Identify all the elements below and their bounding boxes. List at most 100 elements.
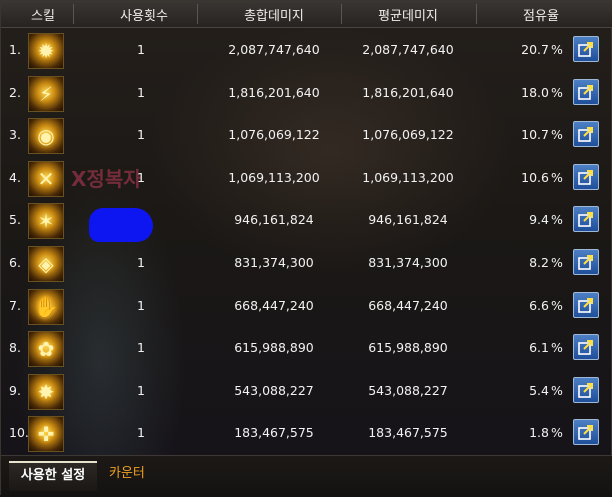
use-count: 1 bbox=[137, 340, 145, 356]
export-icon bbox=[578, 255, 593, 270]
header-share: 점유율 bbox=[523, 9, 559, 24]
rank-number: 9. bbox=[9, 382, 21, 398]
share-export-button[interactable] bbox=[573, 36, 599, 62]
share-export-button[interactable] bbox=[573, 419, 599, 446]
average-damage: 2,087,747,640 bbox=[362, 42, 454, 57]
header-total-damage: 총합데미지 bbox=[244, 9, 304, 24]
skill-icon[interactable]: ✋ bbox=[28, 288, 64, 325]
share-percent: 5.4 bbox=[529, 382, 549, 398]
share-export-button[interactable] bbox=[573, 78, 599, 105]
percent-sign: % bbox=[551, 340, 563, 356]
export-icon bbox=[578, 42, 593, 57]
rank-number: 4. bbox=[9, 169, 21, 185]
total-damage: 831,374,300 bbox=[234, 255, 314, 270]
table-row: 6. ◈ 1 831,374,300 831,374,300 8.2% bbox=[1, 242, 612, 285]
percent-sign: % bbox=[551, 42, 563, 57]
total-damage: 668,447,240 bbox=[234, 297, 314, 313]
skill-icon[interactable]: ✜ bbox=[28, 416, 64, 453]
header-skill: 스킬 bbox=[31, 9, 55, 24]
average-damage: 543,088,227 bbox=[368, 382, 448, 398]
skill-icon[interactable]: ◈ bbox=[28, 246, 64, 282]
average-damage: 946,161,824 bbox=[368, 212, 448, 228]
header-uses: 사용횟수 bbox=[120, 9, 168, 24]
rank-number: 3. bbox=[9, 127, 21, 143]
share-export-button[interactable] bbox=[573, 163, 599, 190]
damage-stats-panel: 스킬 사용횟수 총합데미지 평균데미지 점유율 Ⅹ정복자 1. ✹ 1 2,087,7… bbox=[0, 0, 612, 497]
header-divider bbox=[341, 4, 342, 24]
share-export-button[interactable] bbox=[573, 334, 599, 361]
redaction-mark bbox=[89, 208, 153, 242]
export-icon bbox=[578, 382, 593, 398]
share-percent: 6.6 bbox=[529, 297, 549, 313]
tab-used-settings[interactable]: 사용한 설정 bbox=[9, 461, 97, 491]
use-count: 1 bbox=[137, 84, 145, 100]
table-row: 8. ✿ 1 615,988,890 615,988,890 6.1% bbox=[1, 327, 612, 370]
table-row: 10. ✜ 1 183,467,575 183,467,575 1.8% bbox=[1, 412, 612, 455]
skill-icon[interactable]: ⚡ bbox=[28, 75, 64, 112]
header-divider bbox=[197, 4, 198, 24]
total-damage: 946,161,824 bbox=[234, 212, 314, 228]
rank-number: 2. bbox=[9, 84, 21, 100]
use-count: 1 bbox=[137, 382, 145, 398]
share-export-button[interactable] bbox=[573, 291, 599, 318]
share-percent: 6.1 bbox=[529, 340, 549, 356]
average-damage: 183,467,575 bbox=[368, 425, 448, 441]
percent-sign: % bbox=[551, 382, 563, 398]
use-count: 1 bbox=[137, 42, 145, 57]
average-damage: 1,076,069,122 bbox=[362, 127, 454, 143]
share-percent: 10.6 bbox=[521, 169, 549, 185]
use-count: 1 bbox=[137, 255, 145, 270]
percent-sign: % bbox=[551, 255, 563, 270]
share-export-button[interactable] bbox=[573, 249, 599, 275]
share-export-button[interactable] bbox=[573, 376, 599, 403]
skill-icon[interactable]: ◉ bbox=[28, 118, 64, 155]
header-divider bbox=[73, 4, 74, 24]
export-icon bbox=[578, 84, 593, 100]
skill-icon[interactable]: ✸ bbox=[28, 373, 64, 410]
use-count: 1 bbox=[137, 127, 145, 143]
use-count: 1 bbox=[137, 169, 145, 185]
share-percent: 8.2 bbox=[529, 255, 549, 270]
share-percent: 20.7 bbox=[521, 42, 549, 57]
skill-icon[interactable]: ✕ bbox=[28, 160, 64, 197]
percent-sign: % bbox=[551, 127, 563, 143]
average-damage: 1,069,113,200 bbox=[362, 169, 454, 185]
rank-number: 8. bbox=[9, 340, 21, 356]
percent-sign: % bbox=[551, 425, 563, 441]
average-damage: 1,816,201,640 bbox=[362, 84, 454, 100]
share-percent: 10.7 bbox=[521, 127, 549, 143]
tab-counter[interactable]: 카운터 bbox=[109, 461, 145, 489]
rank-number: 5. bbox=[9, 212, 21, 228]
share-percent: 9.4 bbox=[529, 212, 549, 228]
total-damage: 615,988,890 bbox=[234, 340, 314, 356]
average-damage: 831,374,300 bbox=[368, 255, 448, 270]
share-export-button[interactable] bbox=[573, 206, 599, 233]
total-damage: 1,816,201,640 bbox=[228, 84, 320, 100]
share-percent: 1.8 bbox=[529, 425, 549, 441]
export-icon bbox=[578, 340, 593, 355]
total-damage: 1,076,069,122 bbox=[228, 127, 320, 143]
total-damage: 543,088,227 bbox=[234, 382, 314, 398]
average-damage: 668,447,240 bbox=[368, 297, 448, 313]
percent-sign: % bbox=[551, 169, 563, 185]
skill-icon[interactable]: ✹ bbox=[28, 33, 64, 69]
skill-icon[interactable]: ✶ bbox=[28, 203, 64, 240]
table-row: 2. ⚡ 1 1,816,201,640 1,816,201,640 18.0% bbox=[1, 72, 612, 115]
table-row: 3. ◉ 1 1,076,069,122 1,076,069,122 10.7% bbox=[1, 114, 612, 157]
use-count: 1 bbox=[137, 297, 145, 313]
percent-sign: % bbox=[551, 297, 563, 313]
rank-number: 10. bbox=[9, 425, 29, 441]
export-icon bbox=[578, 297, 593, 313]
rank-number: 1. bbox=[9, 42, 21, 57]
table-row: 9. ✸ 1 543,088,227 543,088,227 5.4% bbox=[1, 370, 612, 413]
total-damage: 1,069,113,200 bbox=[228, 169, 320, 185]
skill-icon[interactable]: ✿ bbox=[28, 331, 64, 368]
share-export-button[interactable] bbox=[573, 121, 599, 148]
table-row: 1. ✹ 1 2,087,747,640 2,087,747,640 20.7% bbox=[1, 29, 612, 72]
table-header: 스킬 사용횟수 총합데미지 평균데미지 점유율 bbox=[1, 1, 612, 28]
rank-number: 7. bbox=[9, 297, 21, 313]
total-damage: 183,467,575 bbox=[234, 425, 314, 441]
table-row: 7. ✋ 1 668,447,240 668,447,240 6.6% bbox=[1, 285, 612, 328]
rank-number: 6. bbox=[9, 255, 21, 270]
average-damage: 615,988,890 bbox=[368, 340, 448, 356]
